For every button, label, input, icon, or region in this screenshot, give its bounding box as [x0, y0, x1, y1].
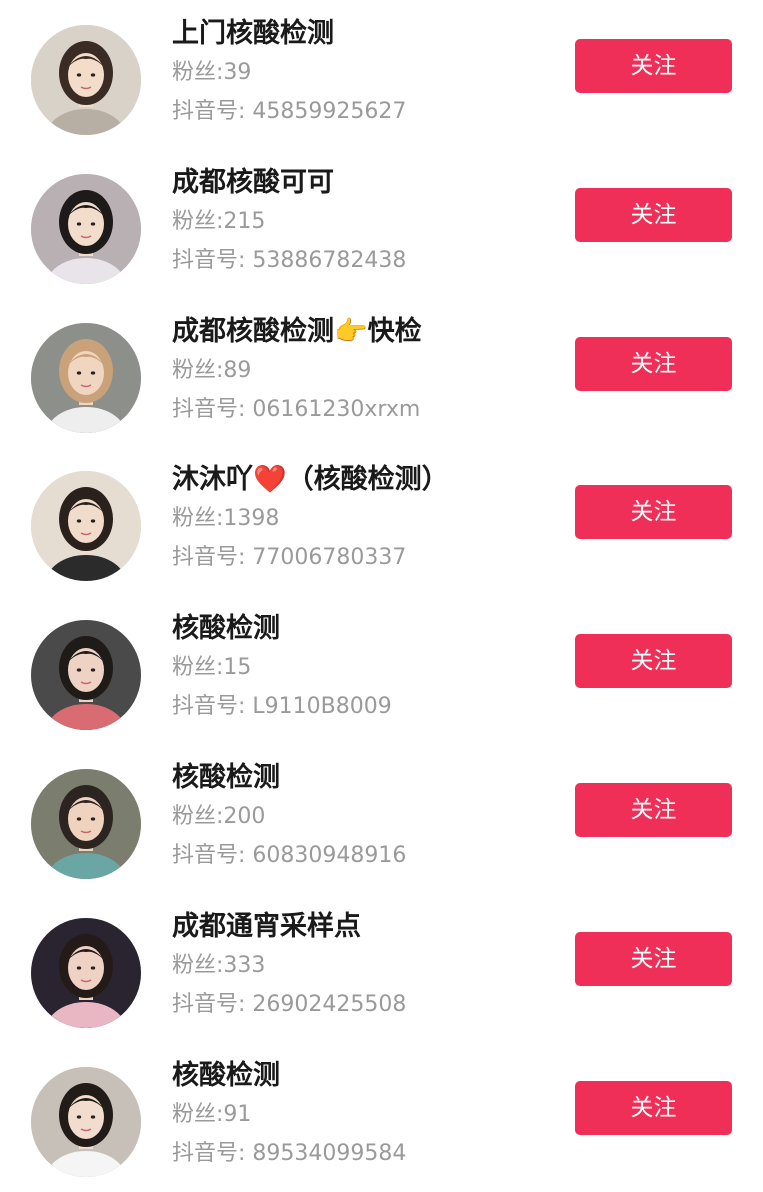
avatar-photo: [31, 1067, 141, 1177]
list-item[interactable]: 沐沐吖❤️（核酸检测） 粉丝:1398 抖音号: 77006780337 关注: [0, 446, 763, 594]
avatar[interactable]: [31, 471, 141, 581]
account-name: 上门核酸检测: [172, 18, 334, 49]
avatar[interactable]: [31, 174, 141, 284]
douyin-id: 抖音号: 26902425508: [172, 992, 407, 1017]
follow-button[interactable]: 关注: [575, 39, 732, 93]
list-item[interactable]: 上门核酸检测 粉丝:39 抖音号: 45859925627 关注: [0, 0, 763, 148]
account-name: 沐沐吖❤️（核酸检测）: [172, 464, 449, 495]
list-item[interactable]: 核酸检测 粉丝:200 抖音号: 60830948916 关注: [0, 744, 763, 892]
fans-count: 粉丝:200: [172, 804, 266, 829]
avatar-photo: [31, 918, 141, 1028]
account-name: 核酸检测: [172, 613, 280, 644]
avatar[interactable]: [31, 323, 141, 433]
fans-count: 粉丝:39: [172, 60, 252, 85]
douyin-id: 抖音号: 53886782438: [172, 248, 407, 273]
douyin-id: 抖音号: L9110B8009: [172, 694, 392, 719]
fans-count: 粉丝:91: [172, 1102, 252, 1127]
avatar[interactable]: [31, 620, 141, 730]
follow-button[interactable]: 关注: [575, 783, 732, 837]
avatar[interactable]: [31, 918, 141, 1028]
follow-button[interactable]: 关注: [575, 634, 732, 688]
list-item[interactable]: 核酸检测 粉丝:91 抖音号: 89534099584 关注: [0, 1042, 763, 1190]
follow-button[interactable]: 关注: [575, 337, 732, 391]
fans-count: 粉丝:215: [172, 209, 266, 234]
fans-count: 粉丝:333: [172, 953, 266, 978]
avatar-photo: [31, 769, 141, 879]
avatar-photo: [31, 620, 141, 730]
avatar[interactable]: [31, 1067, 141, 1177]
account-name: 成都核酸检测👉快检: [172, 316, 422, 347]
follow-suggestion-list: 上门核酸检测 粉丝:39 抖音号: 45859925627 关注 成都核酸可可 …: [0, 0, 763, 1192]
avatar[interactable]: [31, 769, 141, 879]
douyin-id: 抖音号: 45859925627: [172, 99, 407, 124]
avatar-photo: [31, 323, 141, 433]
avatar-photo: [31, 174, 141, 284]
follow-button[interactable]: 关注: [575, 932, 732, 986]
douyin-id: 抖音号: 60830948916: [172, 843, 407, 868]
follow-button[interactable]: 关注: [575, 485, 732, 539]
account-name: 核酸检测: [172, 762, 280, 793]
account-name: 成都核酸可可: [172, 167, 334, 198]
list-item[interactable]: 成都通宵采样点 粉丝:333 抖音号: 26902425508 关注: [0, 893, 763, 1041]
avatar[interactable]: [31, 25, 141, 135]
list-item[interactable]: 成都核酸检测👉快检 粉丝:89 抖音号: 06161230xrxm 关注: [0, 298, 763, 446]
avatar-photo: [31, 25, 141, 135]
account-name: 成都通宵采样点: [172, 911, 361, 942]
follow-button[interactable]: 关注: [575, 1081, 732, 1135]
avatar-photo: [31, 471, 141, 581]
follow-button[interactable]: 关注: [575, 188, 732, 242]
douyin-id: 抖音号: 77006780337: [172, 545, 407, 570]
list-item[interactable]: 核酸检测 粉丝:15 抖音号: L9110B8009 关注: [0, 595, 763, 743]
fans-count: 粉丝:89: [172, 358, 252, 383]
douyin-id: 抖音号: 89534099584: [172, 1141, 407, 1166]
fans-count: 粉丝:15: [172, 655, 252, 680]
list-item[interactable]: 成都核酸可可 粉丝:215 抖音号: 53886782438 关注: [0, 149, 763, 297]
douyin-id: 抖音号: 06161230xrxm: [172, 397, 421, 422]
fans-count: 粉丝:1398: [172, 506, 280, 531]
account-name: 核酸检测: [172, 1060, 280, 1091]
